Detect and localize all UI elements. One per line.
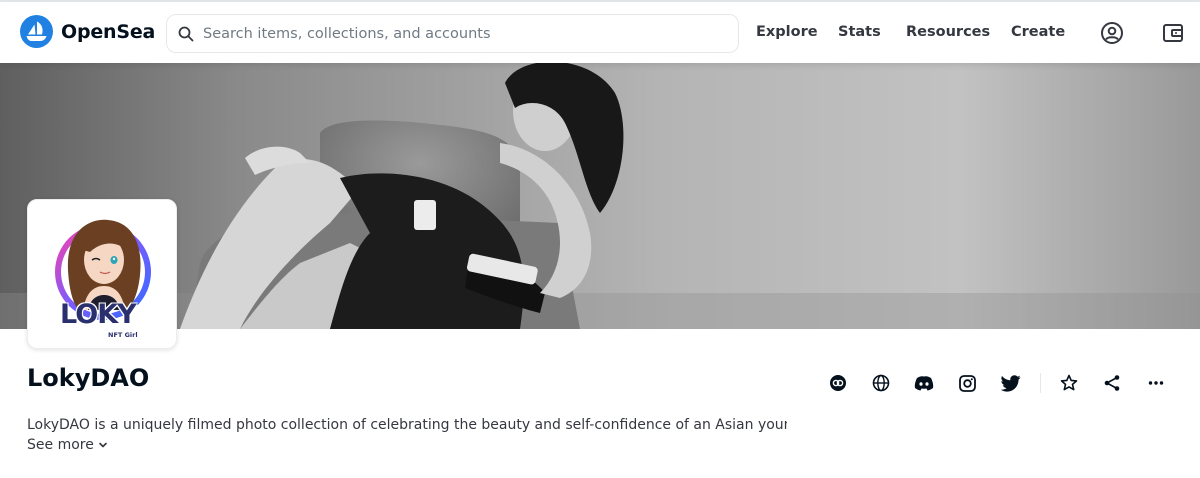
see-more-button[interactable]: See more [27, 437, 108, 453]
collection-avatar: LOKY NFT Girl [27, 199, 177, 349]
account-icon[interactable] [1099, 20, 1125, 46]
search-input[interactable] [203, 25, 723, 42]
search-icon [177, 25, 195, 43]
chevron-down-icon [98, 440, 108, 450]
globe-icon[interactable] [870, 372, 892, 394]
share-icon[interactable] [1101, 372, 1123, 394]
nav-resources-link[interactable]: Resources [906, 24, 990, 40]
more-icon[interactable] [1145, 372, 1167, 394]
search-bar [166, 14, 739, 53]
brand-name: OpenSea [61, 20, 156, 43]
avatar-logo-subtext: NFT Girl [108, 331, 138, 339]
twitter-icon[interactable] [1000, 372, 1022, 394]
instagram-icon[interactable] [956, 372, 978, 394]
top-navbar: OpenSea Explore Stats Resources Create [0, 2, 1200, 63]
nav-stats-link[interactable]: Stats [838, 24, 881, 40]
actions-divider [1040, 373, 1041, 393]
see-more-label: See more [27, 437, 94, 453]
website-icon[interactable] [827, 372, 849, 394]
nav-explore-link[interactable]: Explore [756, 24, 818, 40]
star-icon[interactable] [1058, 372, 1080, 394]
opensea-logo-icon [20, 15, 53, 48]
nav-create-link[interactable]: Create [1011, 24, 1065, 40]
collection-title: LokyDAO [27, 364, 150, 392]
avatar-logo-text: LOKY [60, 299, 137, 330]
wallet-icon[interactable] [1160, 20, 1186, 46]
collection-description: LokyDAO is a uniquely filmed photo colle… [27, 417, 787, 433]
brand-home-link[interactable]: OpenSea [20, 15, 155, 48]
discord-icon[interactable] [913, 372, 935, 394]
collection-banner-image [0, 63, 1200, 329]
